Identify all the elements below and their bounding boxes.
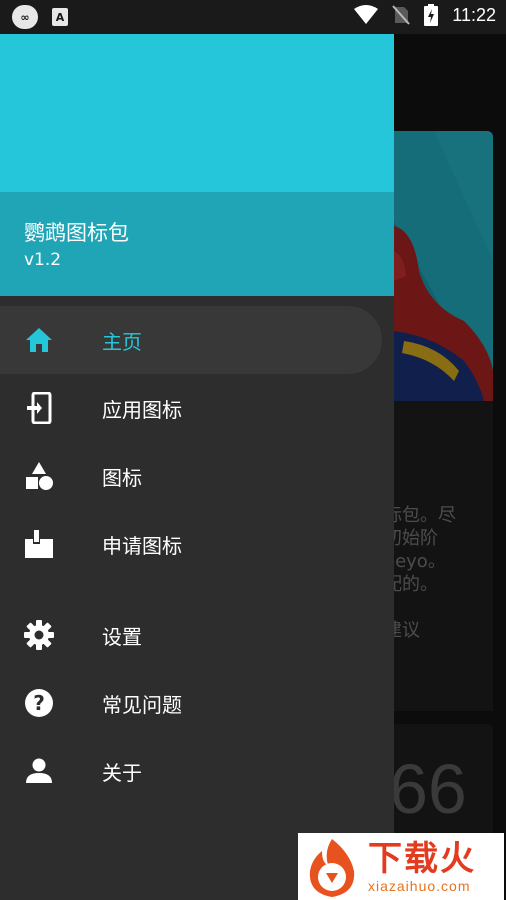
menu-item-home[interactable]: 主页 xyxy=(0,306,382,374)
clock: 11:22 xyxy=(452,4,496,25)
help-icon: ? xyxy=(24,688,54,718)
menu-label: 设置 xyxy=(102,624,142,649)
menu-label: 应用图标 xyxy=(102,397,182,422)
menu-label: 申请图标 xyxy=(102,533,182,558)
menu-label: 常见问题 xyxy=(102,692,182,717)
watermark: 下载火 xiazaihuo.com xyxy=(298,833,504,900)
app-name: 鹦鹉图标包 xyxy=(24,221,129,245)
menu-label: 主页 xyxy=(102,329,142,354)
shapes-icon xyxy=(24,461,54,491)
gear-icon xyxy=(24,620,54,650)
wifi-icon xyxy=(354,5,379,24)
svg-text:?: ? xyxy=(33,691,45,715)
home-icon xyxy=(24,325,54,355)
drawer-header: 鹦鹉图标包 v1.2 xyxy=(0,34,394,296)
drawer-scrim[interactable] xyxy=(394,34,506,900)
person-icon xyxy=(24,756,54,786)
battery-charging-icon xyxy=(424,4,439,26)
menu-item-icons[interactable]: 图标 xyxy=(0,442,394,510)
menu-item-request-icons[interactable]: 申请图标 xyxy=(0,510,394,578)
menu-item-faq[interactable]: ? 常见问题 xyxy=(0,669,394,737)
watermark-title: 下载火 xyxy=(368,838,476,879)
menu-label: 关于 xyxy=(102,760,142,785)
drawer-menu: 主页 应用图标 图标 申请图标 设置 ? 常见问题 关于 xyxy=(0,306,394,805)
menu-item-apply-icons[interactable]: 应用图标 xyxy=(0,374,394,442)
menu-label: 图标 xyxy=(102,465,142,490)
no-sim-icon xyxy=(392,5,411,25)
menu-divider-space xyxy=(0,578,394,601)
apply-phone-icon xyxy=(24,392,54,424)
navigation-drawer: 鹦鹉图标包 v1.2 主页 应用图标 图标 申请图标 设置 ? 常见问题 关于 xyxy=(0,34,394,900)
flame-logo-icon xyxy=(300,835,364,899)
status-bar: ∞ A 11:22 xyxy=(0,0,506,34)
watermark-url: xiazaihuo.com xyxy=(368,877,471,894)
mailbox-icon xyxy=(24,529,54,559)
menu-item-about[interactable]: 关于 xyxy=(0,737,394,805)
menu-item-settings[interactable]: 设置 xyxy=(0,601,394,669)
app-version: v1.2 xyxy=(24,250,62,270)
a-icon: A xyxy=(52,8,68,26)
infinity-icon: ∞ xyxy=(12,5,38,29)
